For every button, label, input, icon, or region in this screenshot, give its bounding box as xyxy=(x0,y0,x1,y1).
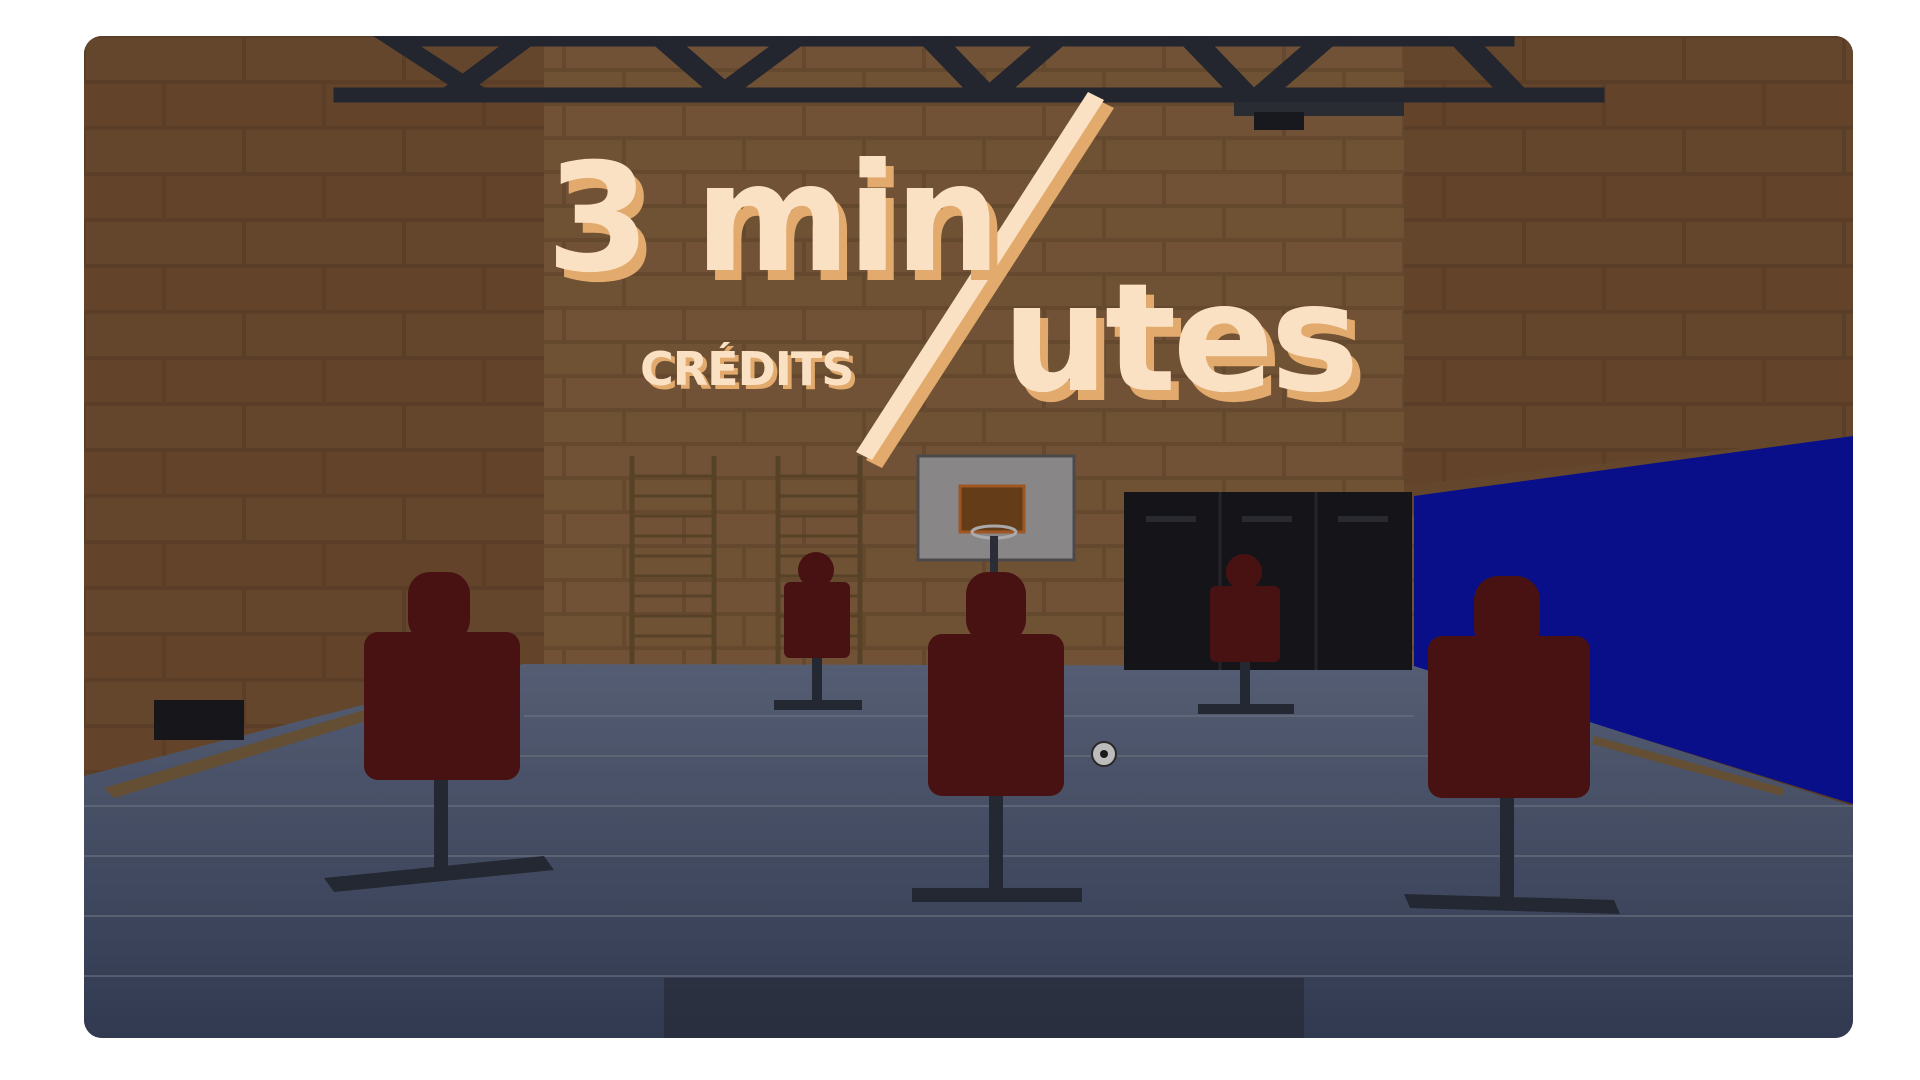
game-viewport: 3 min utes CRÉDITS xyxy=(84,36,1853,1038)
title-slash xyxy=(856,92,1114,468)
